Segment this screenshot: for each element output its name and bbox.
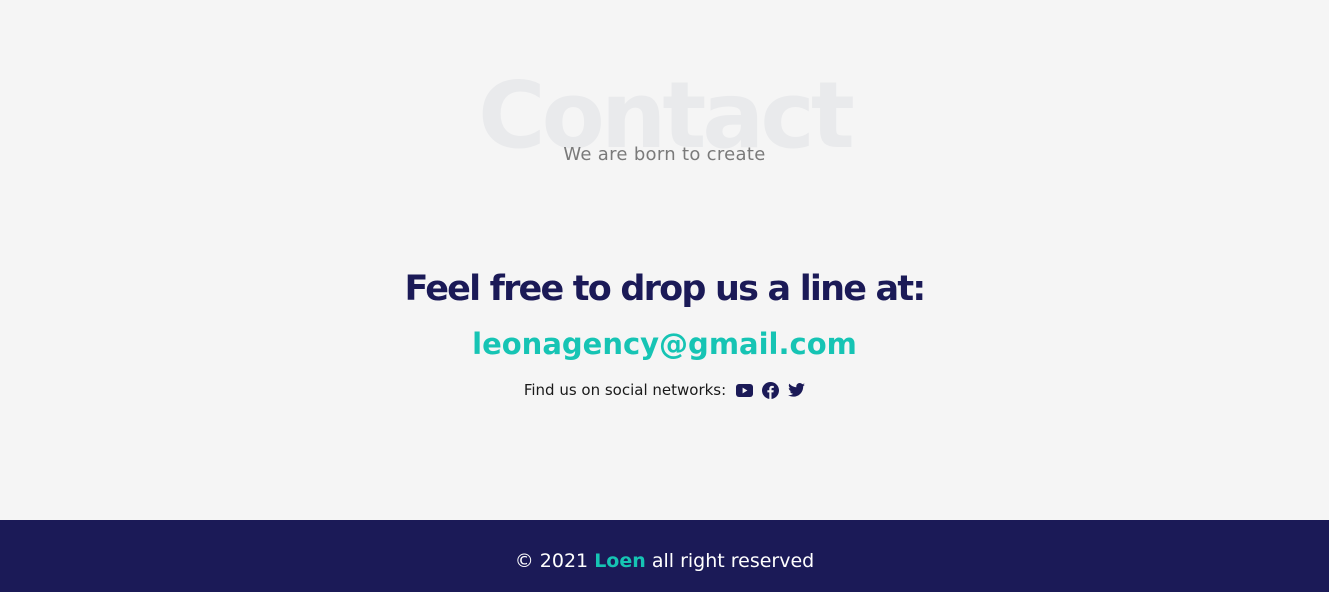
copyright-prefix: © 2021: [514, 550, 589, 572]
social-icons: [736, 381, 806, 399]
contact-heading: Feel free to drop us a line at:: [404, 269, 927, 309]
social-label: Find us on social networks:: [523, 381, 727, 399]
section-subtitle: We are born to create: [563, 144, 766, 165]
page: Contact We are born to create Feel free …: [0, 0, 1329, 592]
youtube-icon[interactable]: [736, 382, 754, 399]
facebook-icon[interactable]: [762, 381, 780, 399]
email-link[interactable]: leonagency@gmail.com: [0, 326, 1329, 362]
contact-section: Contact We are born to create Feel free …: [0, 0, 1329, 520]
twitter-icon[interactable]: [788, 382, 806, 399]
footer: © 2021 Loen all right reserved: [0, 520, 1329, 592]
social-networks-row: Find us on social networks:: [0, 379, 1329, 401]
footer-copyright: © 2021 Loen all right reserved: [515, 539, 814, 573]
footer-brand-link[interactable]: Loen: [594, 550, 646, 572]
copyright-suffix: all right reserved: [651, 550, 815, 572]
